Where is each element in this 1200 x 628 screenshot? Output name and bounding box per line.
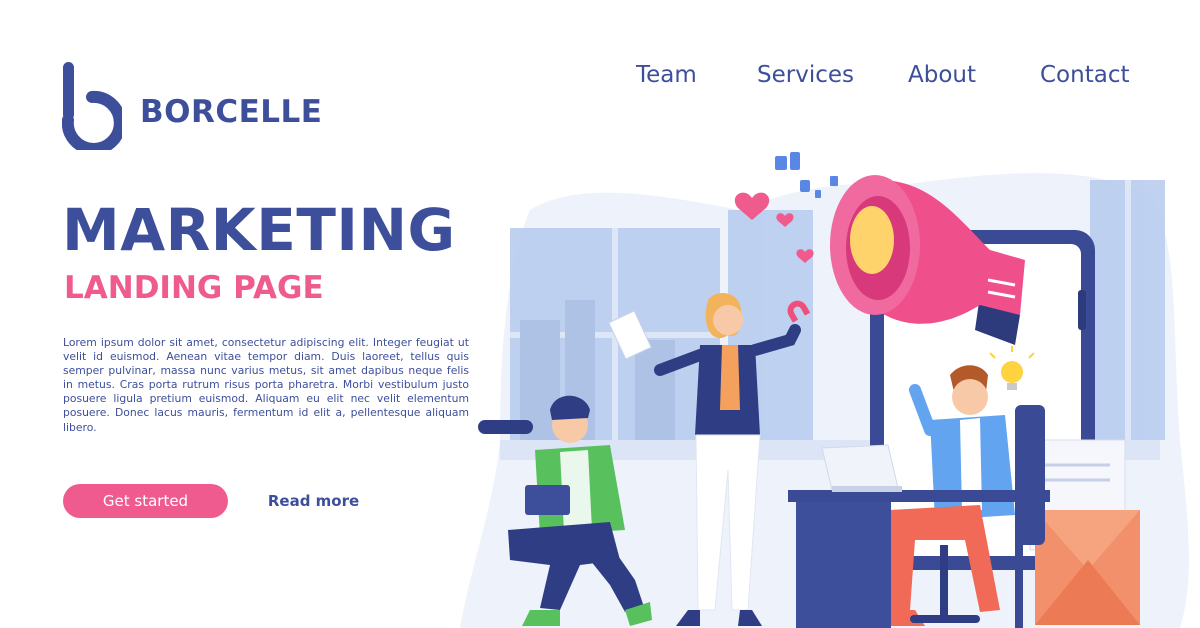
nav-link-contact[interactable]: Contact [1040,62,1129,88]
read-more-button[interactable]: Read more [256,484,371,518]
nav-link-services[interactable]: Services [757,62,854,88]
nav-link-team[interactable]: Team [636,62,697,88]
binoculars-icon [478,420,533,434]
main-nav: Team Services About Contact [0,62,1200,92]
hero-subtitle: LANDING PAGE [64,270,324,306]
laptop-icon [821,444,902,492]
get-started-button[interactable]: Get started [63,484,228,518]
marketing-team-illustration [460,152,1189,628]
brand-name: BORCELLE [140,94,323,130]
nav-link-about[interactable]: About [908,62,976,88]
envelope-icon [1035,510,1140,625]
hero-description: Lorem ipsum dolor sit amet, consectetur … [63,336,469,434]
hero-title: MARKETING [62,196,456,264]
